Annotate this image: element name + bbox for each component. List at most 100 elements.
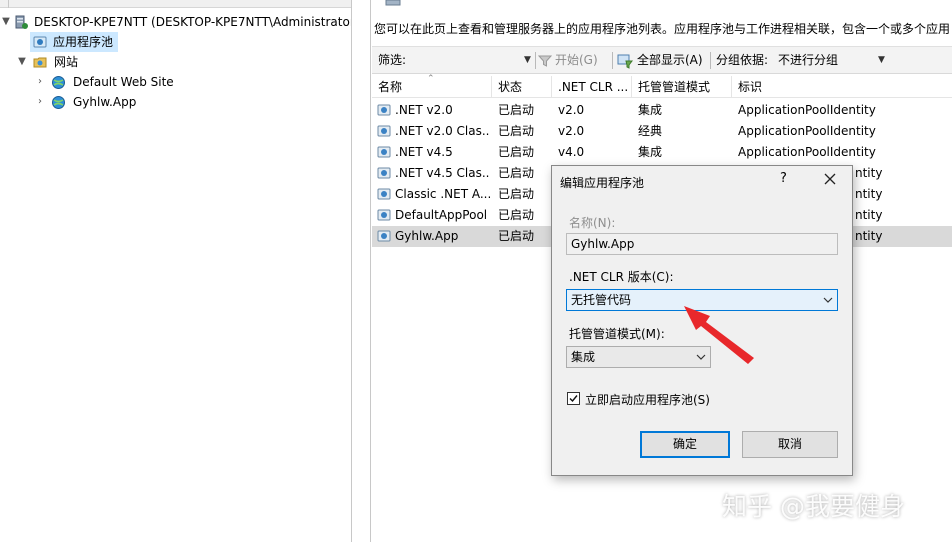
filter-toolbar: 筛选: ▼ 开始(G) 全部显示(A) 分组依据: 不进行分组 ▼	[372, 46, 952, 74]
page-description: 您可以在此页上查看和管理服务器上的应用程序池列表。应用程序池与工作进程相关联，包…	[374, 22, 951, 36]
start-button-label: 开始(G)	[555, 53, 598, 67]
row-status: 已启动	[498, 145, 535, 159]
column-header-name[interactable]: 名称 ⌃	[372, 74, 492, 98]
app-pool-icon	[377, 104, 391, 116]
row-status: 已启动	[498, 124, 535, 138]
chevron-right-icon[interactable]: ›	[34, 72, 46, 92]
cancel-button[interactable]: 取消	[742, 431, 838, 458]
tree-item-sites[interactable]: ▼ 网站	[14, 52, 214, 72]
app-pool-icon	[377, 125, 391, 137]
row-identity: ntity	[855, 229, 883, 243]
name-field: Gyhlw.App	[566, 233, 838, 255]
checkmark-icon	[569, 395, 578, 403]
sort-ascending-icon: ⌃	[427, 74, 435, 84]
table-row[interactable]: .NET v2.0 已启动 v2.0 集成 ApplicationPoolIde…	[372, 100, 952, 121]
grid-header: 名称 ⌃ 状态 .NET CLR ... 托管管道模式 标识	[372, 74, 952, 98]
tree-server-label: DESKTOP-KPE7NTT (DESKTOP-KPE7NTT\Adminis…	[34, 15, 352, 29]
row-identity: ApplicationPoolIdentity	[738, 103, 876, 117]
tree-item-app-pools[interactable]: 应用程序池	[30, 32, 118, 52]
tree-site-label: Default Web Site	[73, 75, 174, 89]
app-pool-icon	[377, 230, 391, 242]
tree-item-site[interactable]: › Default Web Site	[34, 72, 294, 92]
feature-icon	[385, 0, 401, 6]
annotation-arrow-icon	[684, 306, 754, 364]
tree-toolbar	[0, 0, 351, 8]
row-name: Classic .NET A...	[395, 187, 490, 201]
autostart-label[interactable]: 立即启动应用程序池(S)	[585, 391, 710, 408]
row-name: .NET v2.0	[395, 103, 453, 117]
chevron-down-icon[interactable]: ▼	[16, 52, 28, 72]
dialog-title: 编辑应用程序池	[560, 176, 645, 190]
iis-manager-window: ▼ DESKTOP-KPE7NTT (DESKTOP-KPE7NTT\Admin…	[0, 0, 952, 542]
pipeline-mode-label: 托管管道模式(M):	[569, 327, 665, 341]
chevron-down-icon[interactable]: ▼	[0, 12, 12, 32]
chevron-down-icon[interactable]: ▼	[878, 49, 885, 71]
column-header-identity[interactable]: 标识	[732, 76, 952, 98]
row-identity: ApplicationPoolIdentity	[738, 124, 876, 138]
tree-item-site[interactable]: › Gyhlw.App	[34, 92, 294, 112]
row-name: Gyhlw.App	[395, 229, 459, 243]
tree-sites-label: 网站	[54, 55, 79, 69]
show-all-icon	[617, 54, 633, 69]
app-pool-icon	[377, 146, 391, 158]
pane-splitter[interactable]	[352, 0, 371, 542]
row-identity: ntity	[855, 166, 883, 180]
column-header-label: .NET CLR ...	[558, 80, 629, 94]
row-status: 已启动	[498, 229, 535, 243]
filter-input[interactable]: ▼	[412, 50, 532, 70]
show-all-label: 全部显示(A)	[637, 53, 703, 67]
toolbar-separator	[612, 52, 613, 69]
table-row[interactable]: .NET v4.5 已启动 v4.0 集成 ApplicationPoolIde…	[372, 142, 952, 163]
row-name: DefaultAppPool	[395, 208, 488, 222]
globe-icon	[52, 96, 65, 109]
app-pool-icon	[377, 188, 391, 200]
column-header-label: 状态	[498, 80, 523, 94]
table-row[interactable]: .NET v2.0 Clas... 已启动 v2.0 经典 Applicatio…	[372, 121, 952, 142]
column-header-status[interactable]: 状态	[492, 76, 552, 98]
row-name: .NET v4.5 Clas...	[395, 166, 490, 180]
row-identity: ntity	[855, 208, 883, 222]
name-label: 名称(N):	[569, 216, 616, 230]
globe-icon	[52, 76, 65, 89]
group-by-select[interactable]: 不进行分组 ▼	[774, 49, 890, 71]
clr-version-label: .NET CLR 版本(C):	[569, 270, 674, 284]
row-mode: 经典	[638, 124, 663, 138]
row-status: 已启动	[498, 208, 535, 222]
column-header-clr[interactable]: .NET CLR ...	[552, 76, 632, 98]
column-header-label: 托管管道模式	[638, 80, 711, 94]
row-status: 已启动	[498, 103, 535, 117]
pipeline-mode-value: 集成	[571, 350, 596, 364]
tree-item-server[interactable]: ▼ DESKTOP-KPE7NTT (DESKTOP-KPE7NTT\Admin…	[0, 12, 352, 32]
row-identity: ApplicationPoolIdentity	[738, 145, 876, 159]
row-clr: v4.0	[558, 145, 585, 159]
close-icon[interactable]	[820, 169, 840, 189]
row-identity: ntity	[855, 187, 883, 201]
ok-button[interactable]: 确定	[640, 431, 730, 458]
chevron-down-icon[interactable]: ▼	[524, 50, 531, 70]
column-header-mode[interactable]: 托管管道模式	[632, 76, 732, 98]
folder-icon	[33, 57, 47, 68]
row-name: .NET v4.5	[395, 145, 453, 159]
toolbar-separator	[710, 52, 711, 69]
app-pool-icon	[377, 209, 391, 221]
row-clr: v2.0	[558, 103, 585, 117]
row-status: 已启动	[498, 166, 535, 180]
help-button[interactable]: ?	[780, 171, 787, 186]
connections-tree: ▼ DESKTOP-KPE7NTT (DESKTOP-KPE7NTT\Admin…	[0, 0, 352, 542]
group-by-label: 分组依据:	[716, 53, 769, 67]
row-clr: v2.0	[558, 124, 585, 138]
toolbar-separator	[535, 52, 536, 69]
app-pool-icon	[33, 36, 47, 48]
row-mode: 集成	[638, 145, 663, 159]
clr-version-value: 无托管代码	[571, 293, 632, 307]
row-status: 已启动	[498, 187, 535, 201]
tree-site-label: Gyhlw.App	[73, 95, 137, 109]
chevron-right-icon[interactable]: ›	[34, 92, 46, 112]
tree-app-pools-label: 应用程序池	[53, 35, 114, 49]
row-name: .NET v2.0 Clas...	[395, 124, 490, 138]
watermark-text: 知乎 @我要健身	[722, 492, 905, 521]
funnel-icon	[538, 55, 552, 67]
filter-label: 筛选:	[378, 53, 407, 67]
show-all-button[interactable]: 全部显示(A)	[617, 47, 707, 74]
autostart-checkbox[interactable]	[567, 392, 580, 405]
